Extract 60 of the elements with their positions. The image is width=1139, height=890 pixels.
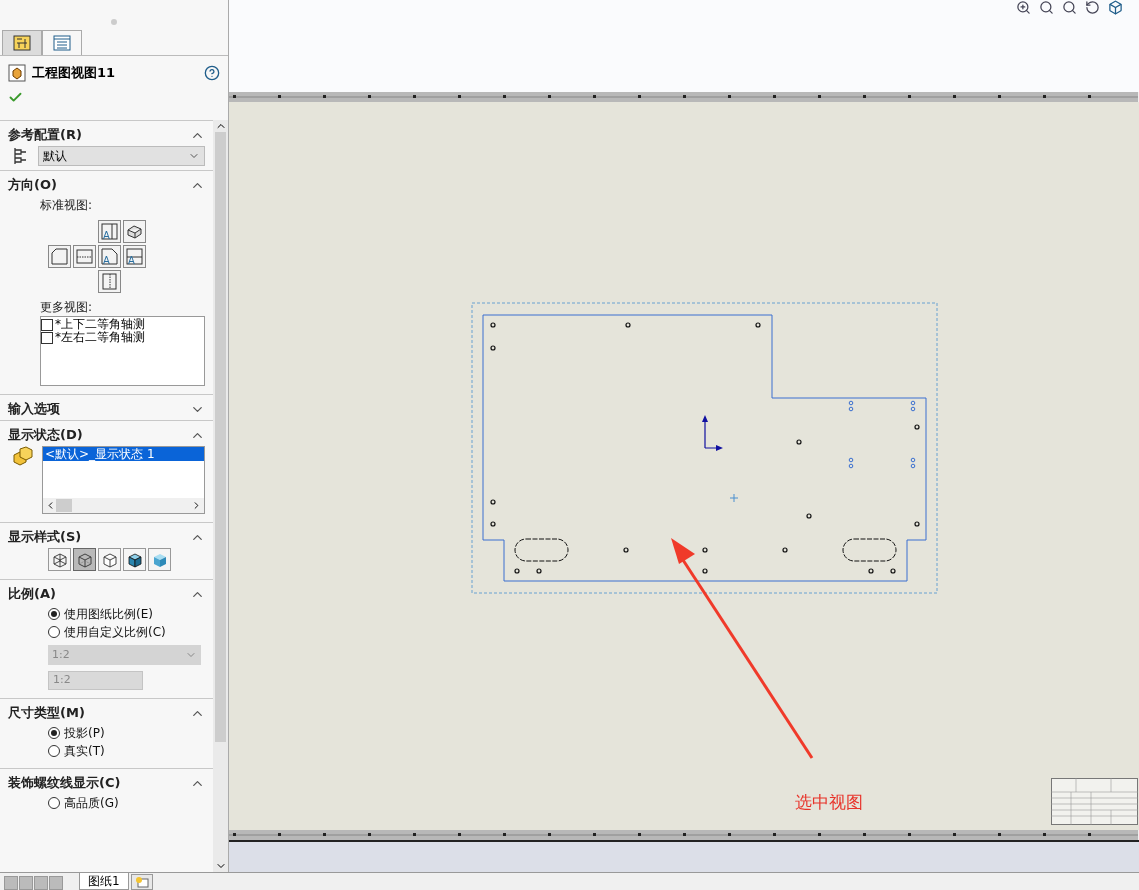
list-item[interactable]: <默认>_显示状态 1 — [43, 447, 204, 461]
option-label: 真实(T) — [64, 743, 105, 760]
display-style-button[interactable] — [48, 548, 71, 571]
configuration-dropdown[interactable]: 默认 — [38, 146, 205, 166]
display-style-button[interactable] — [123, 548, 146, 571]
view-icon — [126, 248, 143, 265]
field-label: 标准视图: — [39, 197, 94, 214]
radio-button[interactable] — [48, 797, 60, 809]
confirm-icon[interactable] — [8, 90, 23, 105]
view-icon — [101, 223, 118, 240]
option-label: 投影(P) — [64, 725, 105, 742]
add-sheet-button[interactable] — [130, 874, 153, 890]
list-icon — [53, 35, 71, 51]
vertical-scrollbar[interactable] — [213, 120, 228, 872]
property-icon — [13, 35, 31, 51]
section-title: 方向(O) — [8, 176, 57, 195]
view-icon — [51, 248, 68, 265]
section-title: 尺寸类型(M) — [8, 704, 85, 723]
list-item[interactable]: *上下二等角轴测 — [55, 318, 145, 331]
checkbox[interactable] — [41, 331, 53, 344]
view-button[interactable]: A — [123, 245, 146, 268]
panel-title: 工程图视图11 — [32, 64, 116, 83]
list-item[interactable]: *左右二等角轴测 — [55, 331, 145, 344]
add-sheet-icon — [134, 876, 149, 888]
option-label: 使用图纸比例(E) — [64, 606, 153, 623]
panel-tab[interactable] — [2, 30, 42, 55]
view-button[interactable]: A — [98, 245, 121, 268]
annotation-text: 选中视图 — [795, 791, 863, 814]
scrollbar-thumb — [56, 499, 72, 512]
rotate-icon[interactable] — [1085, 0, 1100, 15]
zoom-area-icon[interactable] — [1062, 0, 1077, 15]
view-icon — [101, 248, 118, 265]
section-title: 显示状态(D) — [8, 426, 83, 445]
checkbox[interactable] — [41, 318, 53, 331]
view-button[interactable] — [123, 220, 146, 243]
radio-button[interactable] — [48, 727, 60, 739]
drawing-view-icon — [8, 64, 26, 82]
cube-icon[interactable] — [1108, 0, 1123, 15]
horizontal-scrollbar[interactable] — [43, 498, 204, 513]
blocks-icon — [12, 446, 34, 466]
option-label: 高品质(G) — [64, 795, 119, 812]
field-label: 更多视图: — [39, 299, 94, 316]
section-title: 参考配置(R) — [8, 126, 82, 145]
option-label: 使用自定义比例(C) — [64, 624, 166, 641]
sheet-tab[interactable]: 图纸1 — [79, 872, 129, 890]
section-title: 输入选项 — [8, 400, 60, 419]
radio-button[interactable] — [48, 745, 60, 757]
view-letter: A — [103, 256, 110, 266]
section-title: 比例(A) — [8, 585, 56, 604]
section-title: 显示样式(S) — [8, 528, 82, 547]
view-letter: A — [103, 231, 110, 241]
view-icon — [126, 223, 143, 240]
view-letter: A — [128, 256, 135, 266]
zoom-icon[interactable] — [1016, 0, 1031, 15]
section-title: 装饰螺纹线显示(C) — [8, 774, 121, 793]
view-icon — [76, 248, 93, 265]
search-icon[interactable] — [1039, 0, 1054, 15]
view-icon — [101, 273, 118, 290]
help-icon[interactable] — [204, 65, 220, 81]
view-button[interactable]: A — [98, 220, 121, 243]
